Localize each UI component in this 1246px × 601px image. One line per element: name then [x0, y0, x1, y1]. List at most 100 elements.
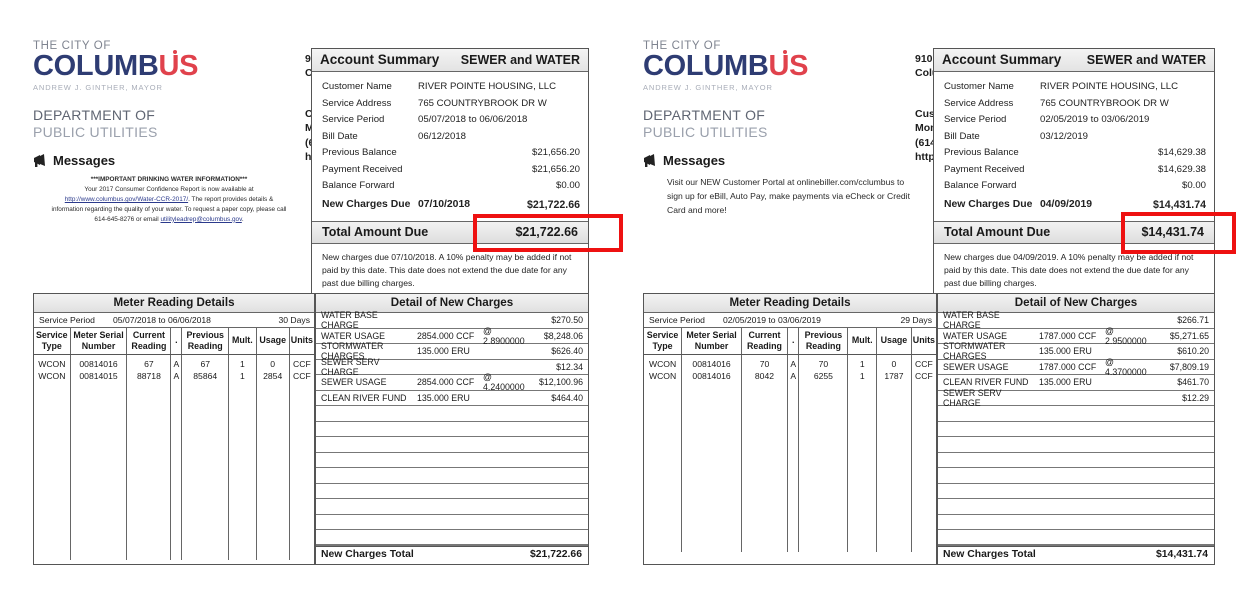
total-amount-due-row: Total Amount Due $14,431.74 [934, 220, 1214, 244]
charge-qty: 1787.000 CCF [1039, 330, 1097, 341]
bill-tables: Meter Reading Details Service Period 05/… [33, 293, 589, 565]
table-row: WCON 00814015 88718 A 85864 1 2854 CCF [34, 370, 314, 383]
charge-row-empty [938, 437, 1214, 453]
charge-amount: $8,248.06 [543, 330, 583, 341]
col-mult: Mult. [847, 328, 878, 355]
total-amount-due-value: $21,722.66 [515, 224, 578, 239]
charge-amount: $5,271.65 [1169, 330, 1209, 341]
summary-label: Payment Received [944, 163, 1025, 175]
charge-desc: WATER BASE CHARGE [943, 310, 1000, 331]
new-charges-due-amount: $21,722.66 [526, 198, 580, 211]
cell-service-type: WCON [34, 354, 71, 371]
cell-previous-reading: 67 [181, 354, 230, 371]
mayor-line: ANDREW J. GINTHER, MAYOR [33, 82, 163, 92]
cell-current-reading: 88718 [126, 370, 172, 383]
summary-row: Bill Date 06/12/2018 [322, 129, 580, 146]
summary-value: RIVER POINTE HOUSING, LLC [418, 81, 557, 92]
summary-label: Bill Date [322, 130, 358, 142]
logo-columb-text: COLUMB [33, 50, 159, 82]
charge-desc: CLEAN RIVER FUND [321, 392, 407, 403]
charge-desc: CLEAN RIVER FUND [943, 377, 1029, 388]
charge-desc: STORMWATER CHARGES [943, 341, 1006, 362]
cell-current-reading: 67 [126, 354, 172, 371]
summary-row: Balance Forward $0.00 [322, 178, 580, 195]
new-charges-total-label: New Charges Total [943, 549, 1036, 560]
cell-units: CCF [293, 359, 311, 369]
city-logo: COLUMBUS [643, 50, 808, 82]
account-summary-panel: Account Summary SEWER and WATER Customer… [933, 48, 1215, 300]
summary-row: Previous Balance $14,629.38 [944, 145, 1206, 162]
summary-row: Balance Forward $0.00 [944, 178, 1206, 195]
summary-row: Customer Name RIVER POINTE HOUSING, LLC [944, 79, 1206, 96]
summary-row: Service Period 05/07/2018 to 06/06/2018 [322, 112, 580, 129]
account-service-type: SEWER and WATER [460, 52, 580, 67]
charge-row: SEWER SERV CHARGE $12.34 [316, 356, 588, 377]
summary-amount: $21,656.20 [531, 163, 580, 175]
col-meter-serial: Meter Serial Number [70, 328, 128, 355]
meter-reading-table: Meter Reading Details Service Period 05/… [33, 293, 315, 565]
table-row: WCON 00814016 8042 A 6255 1 1787 CCF [644, 370, 936, 383]
message-line-2: sign up for eBill, Auto Pay, make paymen… [667, 190, 910, 201]
charge-amount: $12.34 [556, 361, 583, 372]
message-line-1: Your 2017 Consumer Confidence Report is … [84, 185, 254, 193]
cell-units: CCF [915, 371, 933, 382]
summary-label: Payment Received [322, 163, 403, 175]
charge-row-empty [316, 530, 588, 546]
summary-row: Service Address 765 COUNTRYBROOK DR W [322, 96, 580, 113]
due-date-note: New charges due 07/10/2018. A 10% penalt… [322, 251, 572, 288]
total-amount-due-label: Total Amount Due [944, 224, 1051, 239]
total-amount-due-value: $14,431.74 [1141, 224, 1204, 239]
summary-label: Balance Forward [944, 180, 1017, 191]
summary-label: Customer Name [322, 81, 392, 92]
charge-qty: 135.000 ERU [417, 346, 470, 357]
meter-service-period-row: Service Period 02/05/2019 to 03/06/2019 … [644, 313, 936, 328]
charge-row-empty [938, 422, 1214, 437]
charge-amount: $626.40 [551, 346, 583, 357]
cell-meter-serial: 00814015 [70, 370, 128, 383]
logo-columb-text: COLUMB [643, 50, 769, 82]
summary-label: Service Address [322, 97, 392, 109]
charge-desc: SEWER USAGE [321, 377, 387, 388]
col-meter-serial: Meter Serial Number [681, 328, 742, 355]
charge-desc: WATER BASE CHARGE [321, 310, 378, 331]
charge-amount: $12.29 [1182, 392, 1209, 403]
meter-header-row: Service Type Meter Serial Number Current… [644, 328, 936, 355]
charge-rate: @ 4.2400000 [483, 372, 525, 393]
charge-row-empty [316, 484, 588, 499]
summary-label: Customer Name [944, 81, 1014, 92]
cell-mult: 1 [847, 354, 878, 371]
charge-amount: $266.71 [1177, 315, 1209, 326]
col-mult: Mult. [228, 328, 257, 355]
summary-amount: $0.00 [555, 180, 580, 191]
meter-service-period-value: 05/07/2018 to 06/06/2018 [113, 315, 211, 325]
charge-amount: $270.50 [551, 315, 583, 326]
col-usage: Usage [876, 328, 912, 355]
summary-label: Balance Forward [322, 180, 395, 191]
summary-value: 765 COUNTRYBROOK DR W [418, 97, 547, 109]
charge-row: SEWER USAGE 2854.000 CCF @ 4.2400000 $12… [316, 372, 588, 393]
meter-table-title: Meter Reading Details [644, 294, 936, 313]
account-summary-header: Account Summary SEWER and WATER [934, 49, 1214, 72]
utility-email-link[interactable]: utilityleadrep@columbus.gov [160, 216, 241, 223]
col-reading-code: . [170, 328, 183, 355]
charge-desc: SEWER SERV CHARGE [321, 356, 380, 377]
water-ccr-link[interactable]: http://www.columbus.gov/Water-CCR-2017/ [65, 196, 188, 203]
new-charges-due-label: New Charges Due [322, 198, 411, 210]
meter-table-title: Meter Reading Details [34, 294, 314, 313]
message-line-4-wrap: 614-645-8276 or email utilityleadrep@col… [39, 215, 299, 225]
new-charges-due-label: New Charges Due [944, 198, 1033, 210]
charge-row-empty [316, 437, 588, 453]
mayor-line: ANDREW J. GINTHER, MAYOR [643, 82, 773, 92]
charge-row-empty [938, 499, 1214, 515]
messages-body: Visit our NEW Customer Portal at onlineb… [643, 176, 943, 218]
charge-desc: SEWER USAGE [943, 361, 1009, 372]
charge-qty: 135.000 ERU [1039, 346, 1092, 357]
summary-value: 765 COUNTRYBROOK DR W [1040, 97, 1169, 109]
charge-row-empty [938, 530, 1214, 546]
charge-amount: $7,809.19 [1169, 361, 1209, 372]
meter-service-period-row: Service Period 05/07/2018 to 06/06/2018 … [34, 313, 314, 328]
new-charges-due-row: New Charges Due 07/10/2018 $21,722.66 [322, 195, 580, 214]
charge-row: SEWER USAGE 1787.000 CCF @ 4.3700000 $7,… [938, 357, 1214, 377]
charges-table: Detail of New Charges WATER BASE CHARGE … [937, 293, 1215, 565]
cell-mult: 1 [847, 370, 878, 383]
